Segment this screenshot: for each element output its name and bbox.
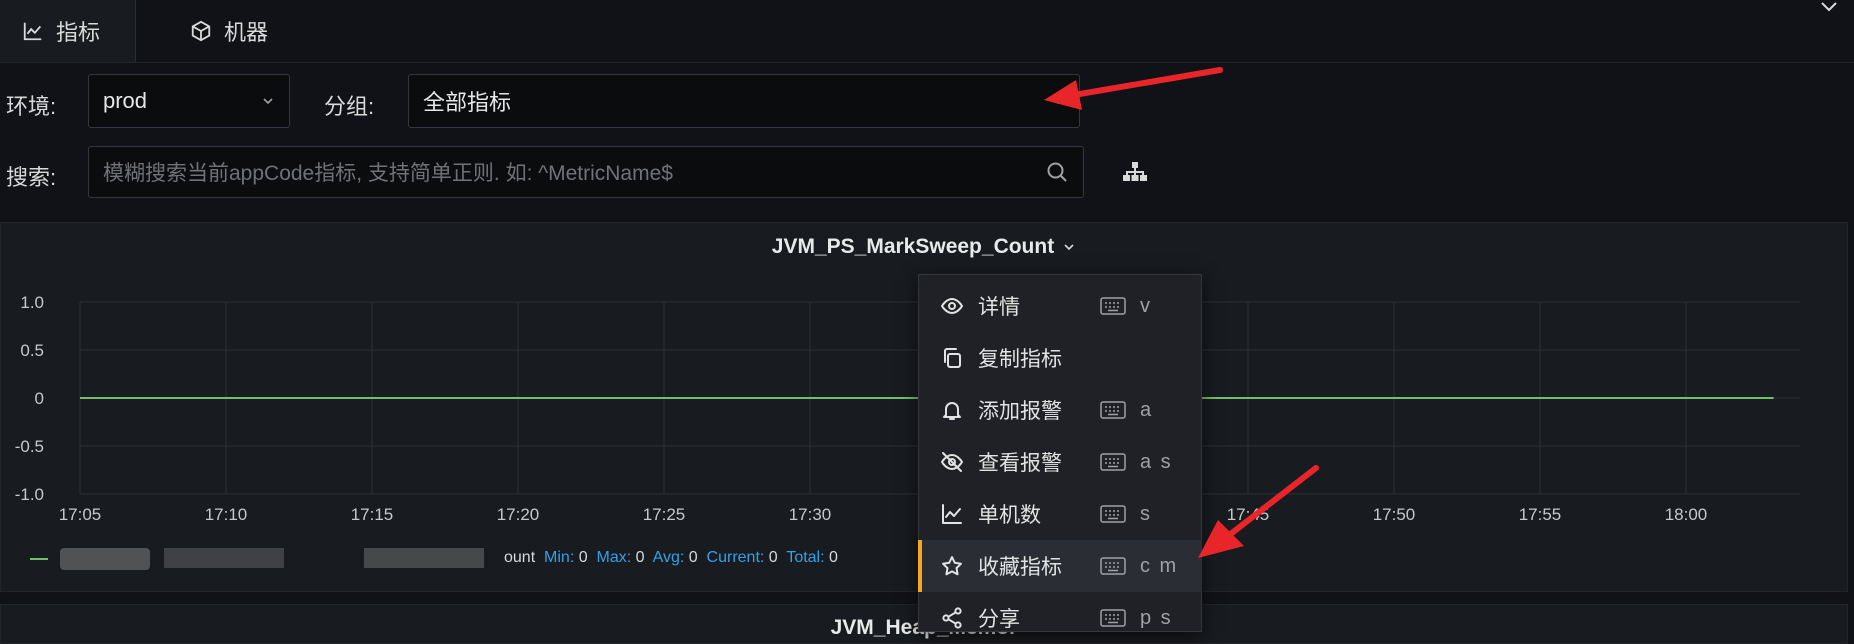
redacted-label-block <box>364 548 484 568</box>
keyboard-icon <box>1100 297 1126 315</box>
menu-item-shortcut: p s <box>1140 606 1173 629</box>
eye-icon <box>941 298 963 314</box>
panel-title: JVM_PS_MarkSweep_Count <box>771 235 1055 258</box>
legend-current-label: Current: <box>706 549 765 566</box>
x-tick-label: 17:55 <box>1519 505 1562 524</box>
star-icon <box>942 556 962 576</box>
y-tick-label: -1.0 <box>15 485 44 504</box>
chevron-down-icon <box>1053 98 1063 105</box>
env-select[interactable]: prod <box>88 74 290 128</box>
env-label: 环境: <box>6 94 57 119</box>
menu-item-shortcut: s <box>1140 502 1152 525</box>
search-placeholder: 模糊搜索当前appCode指标, 支持简单正则. 如: ^MetricName$ <box>103 162 673 185</box>
menu-item-line-chart[interactable]: 单机数 s <box>918 488 1202 540</box>
panel-legend: ount Min: 0 Max: 0 Avg: 0 Current: 0 Tot… <box>504 549 838 567</box>
legend-avg-value: 0 <box>688 549 698 566</box>
keyboard-icon <box>1100 505 1126 523</box>
share-icon <box>942 607 962 629</box>
x-tick-label: 17:45 <box>1227 505 1270 524</box>
chevron-down-icon <box>1064 244 1074 251</box>
line-chart-icon <box>23 22 42 41</box>
y-tick-label: 0.5 <box>20 341 44 360</box>
tab-machines[interactable]: 机器 <box>190 0 330 62</box>
legend-series-swatch <box>30 558 48 560</box>
env-select-value: prod <box>103 88 148 113</box>
keyboard-icon <box>1100 609 1126 627</box>
menu-item-label: 收藏指标 <box>978 556 1062 579</box>
tab-metrics-label: 指标 <box>56 20 101 45</box>
menu-item-label: 分享 <box>978 608 1020 631</box>
legend-min-label: Min: <box>544 549 575 566</box>
tab-metrics[interactable]: 指标 <box>0 0 136 62</box>
menu-item-shortcut: a <box>1140 398 1154 421</box>
cube-icon <box>191 20 211 42</box>
group-select-value: 全部指标 <box>423 90 512 115</box>
tab-machines-label: 机器 <box>224 20 269 45</box>
keyboard-icon <box>1100 453 1126 471</box>
x-tick-label: 17:25 <box>643 505 686 524</box>
panel-header[interactable]: JVM_PS_MarkSweep_Count <box>0 222 1848 272</box>
eye-slash-icon <box>941 452 963 472</box>
x-tick-label: 17:15 <box>351 505 394 524</box>
legend-avg-label: Avg: <box>652 549 685 566</box>
menu-item-star[interactable]: 收藏指标 c m <box>918 540 1202 592</box>
copy-icon <box>944 348 961 368</box>
group-label: 分组: <box>324 94 375 119</box>
x-tick-label: 17:20 <box>497 505 540 524</box>
menu-item-label: 查看报警 <box>978 452 1062 475</box>
menu-item-shortcut: a s <box>1140 450 1173 473</box>
line-chart-icon <box>942 504 962 524</box>
menu-item-label: 复制指标 <box>978 348 1062 371</box>
menu-item-shortcut: v <box>1140 294 1152 317</box>
x-tick-label: 18:00 <box>1665 505 1708 524</box>
legend-current-value: 0 <box>768 549 778 566</box>
legend-total-label: Total: <box>786 549 825 566</box>
menu-item-label: 详情 <box>978 296 1020 319</box>
x-tick-label: 17:50 <box>1373 505 1416 524</box>
hierarchy-icon[interactable] <box>1122 161 1148 183</box>
y-tick-label: 0 <box>35 389 44 408</box>
chevron-down-icon[interactable] <box>1818 0 1840 14</box>
y-tick-label: 1.0 <box>20 293 44 312</box>
x-tick-label: 17:30 <box>789 505 832 524</box>
menu-item-bell[interactable]: 添加报警 a <box>918 384 1202 436</box>
search-icon <box>1047 162 1067 182</box>
bell-icon <box>943 402 961 420</box>
menu-item-label: 单机数 <box>978 504 1041 527</box>
keyboard-icon <box>1100 401 1126 419</box>
legend-max-value: 0 <box>635 549 645 566</box>
redacted-label-block <box>60 548 150 570</box>
search-label: 搜索: <box>6 165 57 190</box>
menu-item-label: 添加报警 <box>978 400 1062 423</box>
menu-item-share[interactable]: 分享 p s <box>918 592 1202 644</box>
menu-item-eye-slash[interactable]: 查看报警 a s <box>918 436 1202 488</box>
menu-item-shortcut: c m <box>1140 554 1179 577</box>
y-tick-label: -0.5 <box>15 437 44 456</box>
x-tick-label: 17:10 <box>205 505 248 524</box>
menu-item-eye[interactable]: 详情 v <box>918 280 1202 332</box>
legend-total-value: 0 <box>829 549 838 566</box>
legend-series-name: ount <box>504 549 536 566</box>
menu-item-copy[interactable]: 复制指标 <box>918 332 1202 384</box>
x-tick-label: 17:05 <box>59 505 102 524</box>
keyboard-icon <box>1100 557 1126 575</box>
legend-max-label: Max: <box>596 549 632 566</box>
redacted-label-block <box>164 548 284 568</box>
legend-min-value: 0 <box>578 549 588 566</box>
search-input[interactable]: 模糊搜索当前appCode指标, 支持简单正则. 如: ^MetricName$ <box>88 146 1084 198</box>
group-select[interactable]: 全部指标 <box>408 74 1080 128</box>
chevron-down-icon <box>263 98 273 105</box>
